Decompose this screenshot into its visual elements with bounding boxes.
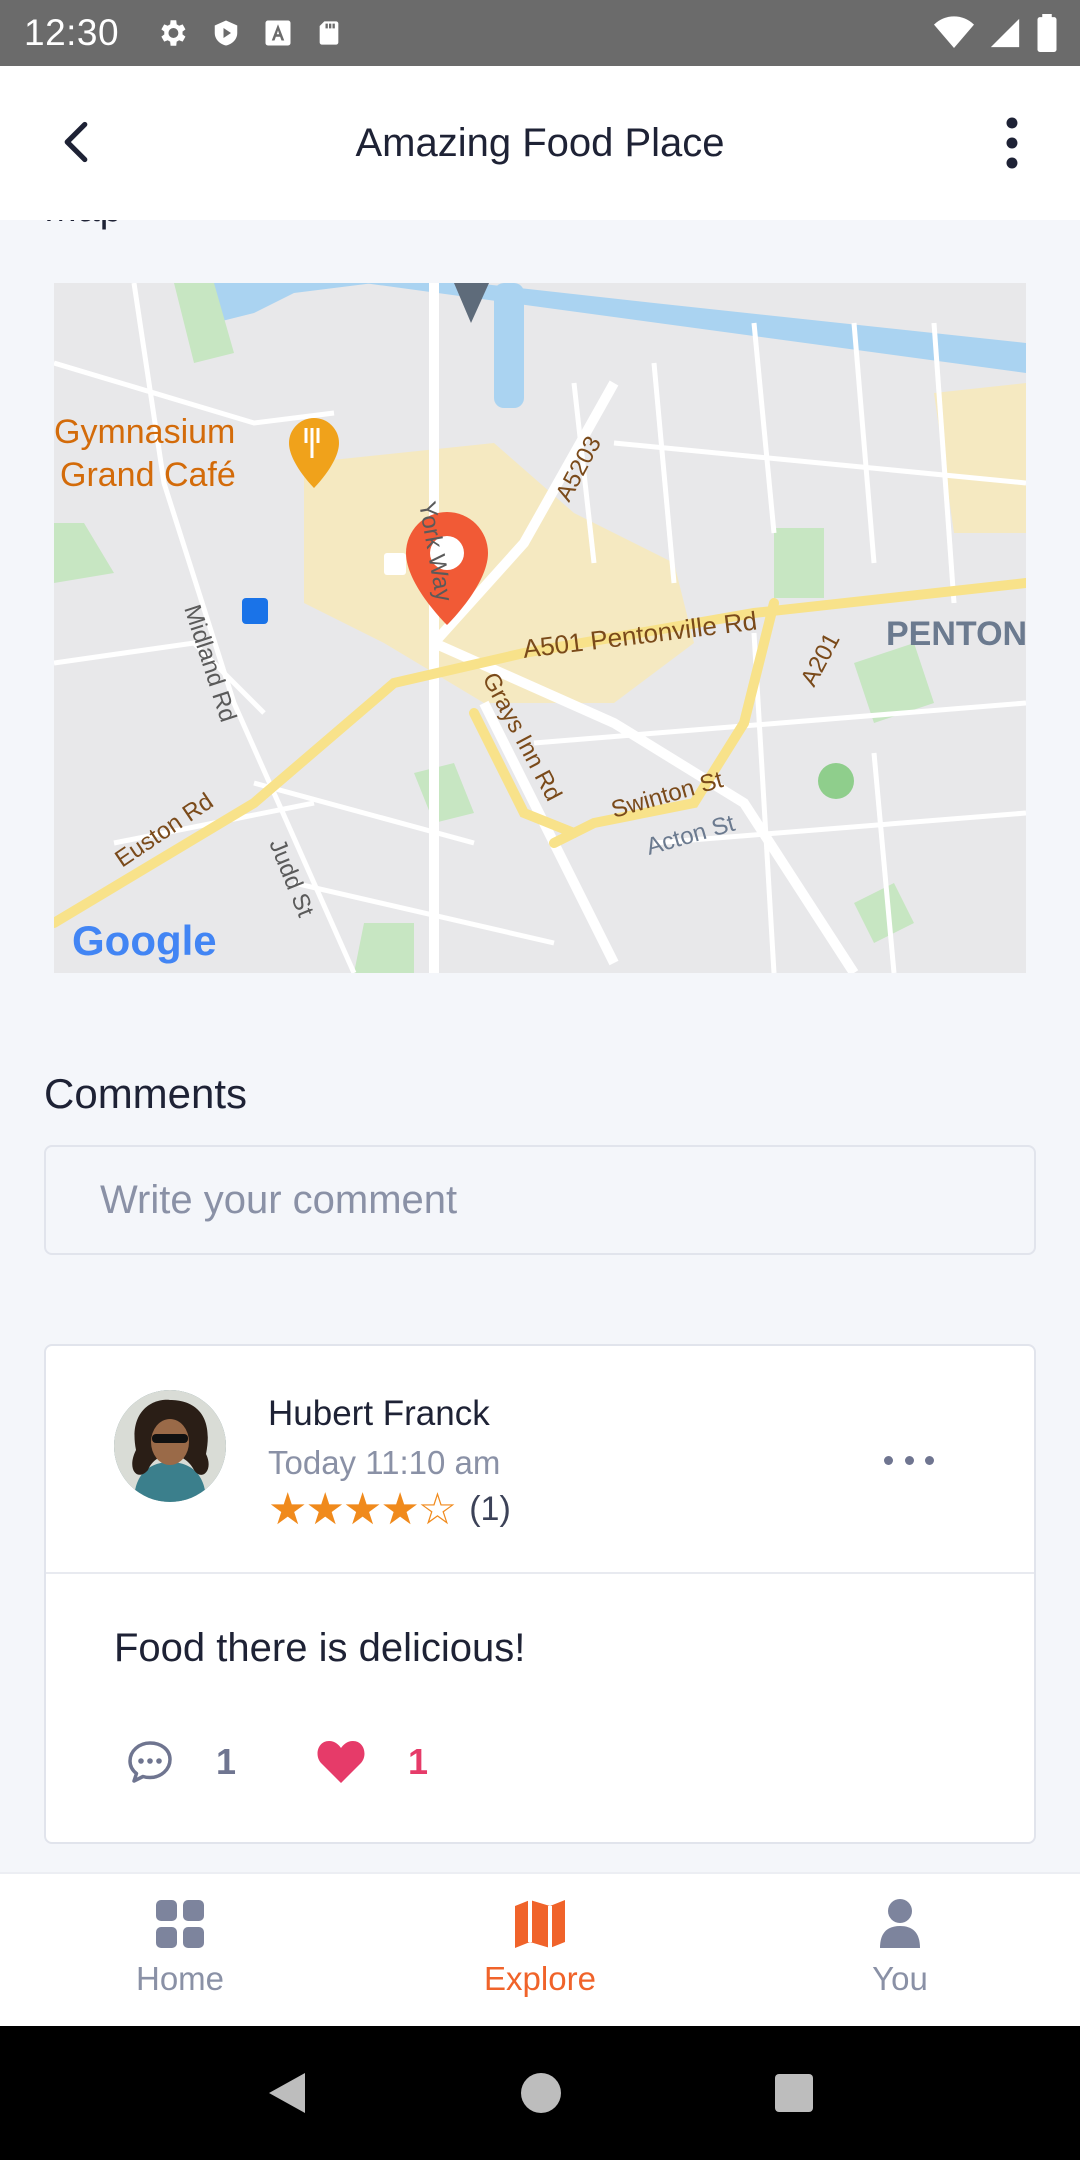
map-park — [354, 923, 414, 973]
tab-you-label: You — [872, 1960, 928, 1997]
tab-explore[interactable]: Explore — [360, 1874, 720, 2026]
tab-home-label: Home — [135, 1960, 225, 1997]
page-title: Amazing Food Place — [355, 120, 725, 165]
tab-you[interactable]: You — [720, 1874, 1080, 2026]
avatar-image — [114, 1390, 226, 1502]
comment-actions: 1 1 — [126, 1738, 428, 1786]
map-label-cafe2: Grand Café — [60, 456, 236, 494]
person-icon — [880, 1899, 920, 1948]
heart-icon[interactable] — [316, 1739, 366, 1785]
like-count: 1 — [408, 1741, 429, 1782]
comment-author[interactable]: Hubert Franck — [268, 1394, 490, 1434]
map-label-cafe: Gymnasium — [54, 413, 235, 451]
rail-icon — [384, 553, 406, 575]
comment-header: Hubert Franck Today 11:10 am ★★★★☆ (1) — [46, 1346, 1034, 1574]
home-circle-icon[interactable] — [519, 2071, 563, 2115]
location-map[interactable]: Gymnasium Grand Café York Way A5203 A501… — [54, 283, 1026, 973]
reply-bubble-icon[interactable] — [126, 1738, 174, 1786]
more-vertical-icon — [1006, 117, 1018, 169]
status-bar: 12:30 — [0, 0, 1080, 66]
text-a-icon — [265, 20, 291, 46]
rating-count: (1) — [469, 1490, 511, 1528]
more-horizontal-icon — [884, 1455, 893, 1465]
system-navigation-bar — [0, 2026, 1080, 2160]
back-triangle-icon[interactable] — [265, 2069, 309, 2117]
comments-heading: Comments — [44, 1070, 248, 1117]
battery-icon — [1037, 14, 1057, 52]
status-time: 12:30 — [24, 12, 120, 53]
recents-square-icon[interactable] — [773, 2072, 815, 2114]
shield-icon — [214, 20, 238, 46]
sd-card-icon — [319, 21, 339, 45]
tab-explore-label: Explore — [484, 1960, 596, 1997]
comment-rating: ★★★★☆ (1) — [268, 1484, 511, 1535]
map-park-marker — [818, 763, 854, 799]
google-logo: Google — [72, 917, 217, 964]
more-options-button[interactable] — [980, 108, 1044, 178]
app-bar: Amazing Food Place — [0, 66, 1080, 220]
status-notification-icons — [155, 16, 343, 50]
comment-text: Food there is delicious! — [114, 1626, 526, 1670]
map-water-area — [494, 283, 524, 408]
map-icon — [515, 1900, 565, 1948]
bottom-navigation: Home Explore You — [0, 1872, 1080, 2026]
comment-more-button[interactable] — [884, 1450, 934, 1470]
reply-count: 1 — [216, 1741, 237, 1782]
detail-scroll-area[interactable]: Map — [0, 220, 1080, 1872]
star-rating: ★★★★☆ — [268, 1484, 457, 1535]
status-system-icons — [934, 0, 1058, 66]
tab-home[interactable]: Home — [0, 1874, 360, 2026]
comment-time: Today 11:10 am — [268, 1444, 501, 1481]
map-section-label: Map — [44, 220, 122, 231]
tube-station-icon — [242, 598, 268, 624]
map-park — [774, 528, 824, 598]
wifi-icon — [934, 16, 974, 48]
comment-input-placeholder: Write your comment — [100, 1177, 458, 1222]
back-button[interactable] — [44, 110, 108, 174]
avatar[interactable] — [114, 1390, 226, 1502]
signal-icon — [990, 18, 1020, 48]
comment-card: Hubert Franck Today 11:10 am ★★★★☆ (1) F… — [44, 1344, 1036, 1844]
map-canvas: Gymnasium Grand Café York Way A5203 A501… — [54, 283, 1026, 973]
grid-icon — [156, 1900, 204, 1948]
comment-input[interactable]: Write your comment — [44, 1145, 1036, 1255]
chevron-left-icon — [64, 121, 88, 163]
settings-icon — [161, 20, 186, 46]
map-label-penton: PENTON — [886, 615, 1026, 653]
